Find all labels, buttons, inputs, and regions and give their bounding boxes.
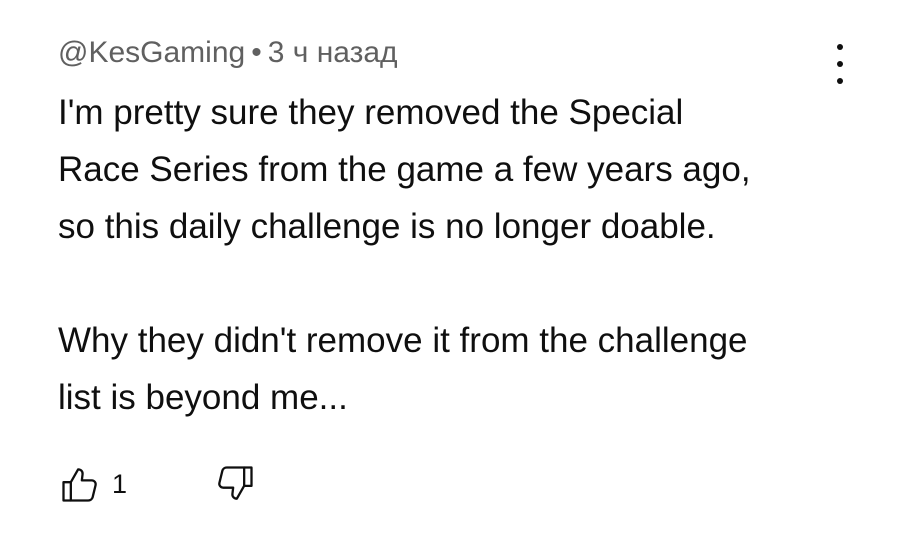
comment-paragraph: Why they didn't remove it from the chall… xyxy=(58,321,748,417)
comment-text: I'm pretty sure they removed the Special… xyxy=(58,84,838,426)
like-count: 1 xyxy=(112,469,128,499)
dislike-button[interactable] xyxy=(213,462,257,506)
separator-dot: • xyxy=(251,36,262,69)
comment-actions: 1 xyxy=(58,462,257,506)
comment-header: @KesGaming • 3 ч назад xyxy=(58,33,398,73)
more-vertical-icon xyxy=(837,44,843,50)
more-vertical-icon xyxy=(837,61,843,67)
thumbs-up-icon xyxy=(58,462,102,506)
more-vertical-icon xyxy=(837,78,843,84)
more-options-button[interactable] xyxy=(823,44,857,84)
like-button[interactable]: 1 xyxy=(58,462,127,506)
thumbs-down-icon xyxy=(213,462,257,506)
comment-paragraph: I'm pretty sure they removed the Special… xyxy=(58,93,751,246)
comment-timestamp[interactable]: 3 ч назад xyxy=(268,36,398,69)
author-handle[interactable]: @KesGaming xyxy=(58,36,245,69)
